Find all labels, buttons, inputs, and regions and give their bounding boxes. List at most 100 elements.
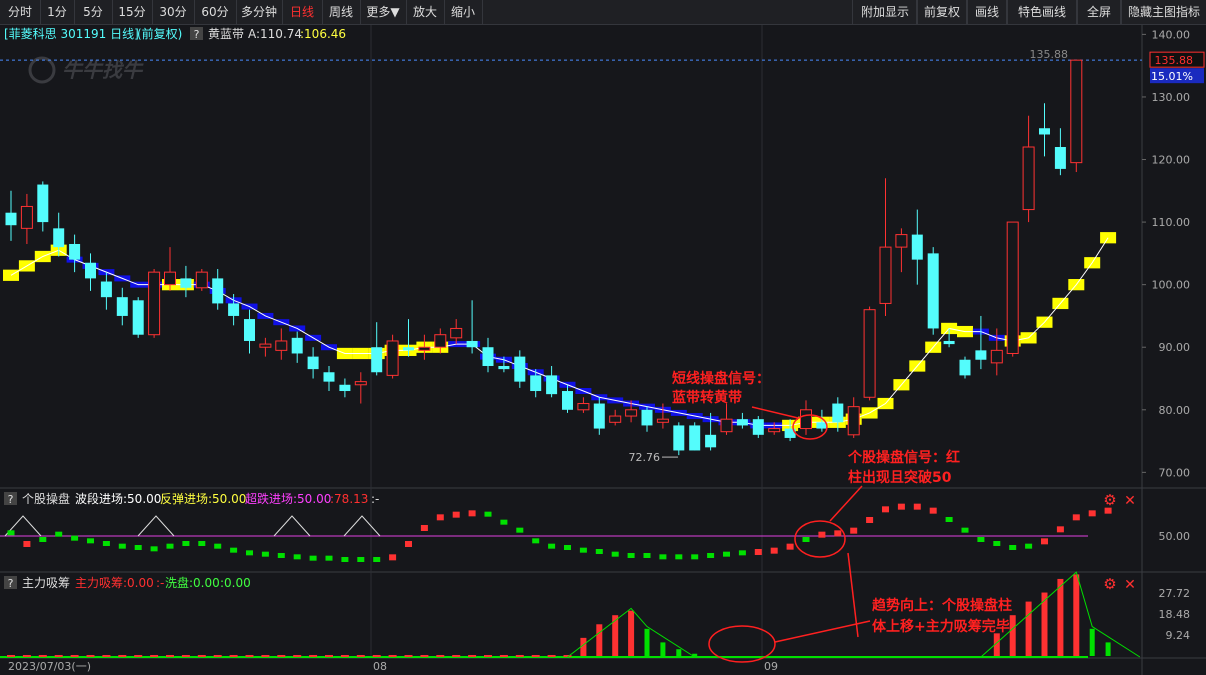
op-bar-56 (897, 503, 905, 510)
toolbar-btn-5[interactable]: 60分 (194, 0, 237, 24)
period-toolbar: 分时 1分 5分 15分 30分 60分 多分钟 日线 周线 更多▼ 放大 缩小 隐藏主图指标 全屏 特色画… (0, 0, 1206, 25)
main-bar-39 (628, 610, 635, 656)
candle-body-59 (943, 340, 955, 345)
price-tick-1: 130.00 (1152, 91, 1191, 104)
toolbar-btn-11[interactable]: 缩小 (444, 0, 483, 24)
pane3-s4: :0.00 (220, 576, 251, 590)
op-bar-58 (929, 507, 937, 514)
pane3-dash-3 (54, 655, 63, 657)
indicator-name: 黄蓝带 (208, 27, 244, 41)
toolbar-btn-2[interactable]: 5分 (74, 0, 113, 24)
op-bar-1 (23, 541, 31, 547)
pane3-dash-16 (261, 655, 270, 657)
op-bar-23 (373, 557, 381, 562)
candle-body-22 (354, 381, 367, 386)
toolbar-right-btn-0[interactable]: 附加显示 (852, 0, 918, 24)
candle-body-60 (959, 359, 971, 376)
pane3-dash-24 (388, 655, 397, 657)
op-bar-48 (770, 547, 778, 554)
pane3-dash-31 (499, 655, 508, 657)
date-month-2: 09 (764, 660, 778, 673)
candle-body-25 (403, 347, 414, 351)
candle-body-58 (927, 253, 939, 329)
op-bar-5 (87, 538, 94, 544)
candle-body-41 (656, 418, 669, 423)
op-bar-18 (293, 554, 301, 560)
pane2-help-icon: ? (8, 493, 14, 506)
pct-tag-value: 15.01% (1151, 70, 1193, 83)
op-bar-43 (691, 554, 699, 560)
candle-body-48 (768, 428, 781, 433)
op-bar-34 (548, 543, 556, 549)
toolbar-right-btn-4[interactable]: 全屏 (1076, 0, 1122, 24)
op-bar-63 (1009, 545, 1017, 550)
pane3-dash-25 (404, 655, 413, 657)
pane2-gear-icon: ⚙ (1103, 491, 1116, 509)
date-month-1: 08 (373, 660, 387, 673)
toolbar-btn-0[interactable]: 分时 (0, 0, 41, 24)
candle-body-37 (593, 403, 605, 429)
op-bar-69 (1104, 507, 1112, 514)
op-bar-32 (516, 527, 524, 533)
toolbar-btn-3[interactable]: 15分 (112, 0, 153, 24)
op-bar-68 (1088, 510, 1096, 517)
wash-bar-40 (644, 628, 650, 656)
op-bar-27 (436, 514, 444, 521)
wash-bar-42 (676, 649, 682, 656)
pane2-s5: :- (371, 492, 379, 506)
pane3-dash-23 (372, 655, 381, 657)
candle-body-17 (275, 340, 288, 351)
op-bar-11 (182, 541, 190, 546)
indicator-b: :106.46 (300, 27, 346, 41)
pane3-dash-22 (356, 655, 365, 657)
pane3-dash-5 (86, 655, 95, 657)
candle-body-28 (450, 327, 463, 339)
toolbar-right-btn-2[interactable]: 画线 (966, 0, 1008, 24)
op-bar-3 (55, 531, 63, 537)
candle-body-26 (418, 346, 431, 351)
candle-body-9 (148, 271, 161, 336)
toolbar-right-btn-1[interactable]: 前复权 (916, 0, 968, 24)
toolbar-btn-7[interactable]: 日线 (282, 0, 323, 24)
pane3-dash-6 (102, 655, 111, 657)
toolbar-btn-9[interactable]: 更多▼ (360, 0, 407, 24)
wash-bar-41 (660, 642, 666, 656)
candle-body-18 (291, 337, 303, 354)
op-bar-60 (961, 527, 969, 533)
candle-body-1 (20, 205, 33, 229)
candle-body-57 (911, 234, 923, 260)
op-bar-44 (707, 553, 715, 558)
toolbar-btn-8[interactable]: 周线 (322, 0, 361, 24)
pane3-dash-17 (277, 655, 286, 657)
candle-body-13 (212, 278, 224, 304)
op-bar-37 (595, 549, 603, 554)
pane3-dash-26 (420, 655, 429, 657)
toolbar-right-btn-3[interactable]: 特色画线 (1006, 0, 1078, 24)
pane2-close-icon: ✕ (1124, 493, 1136, 509)
pane3-dash-12 (197, 655, 206, 657)
toolbar-btn-4[interactable]: 30分 (152, 0, 195, 24)
toolbar-right-btn-5[interactable]: 隐藏主图指标 (1120, 0, 1206, 24)
pane3-dash-2 (38, 655, 47, 657)
op-bar-62 (993, 541, 1001, 546)
candle-body-3 (53, 228, 65, 248)
candle-body-40 (641, 409, 653, 426)
pane3-s3: 洗盘:0.00 (165, 575, 220, 590)
toolbar-btn-1[interactable]: 1分 (40, 0, 75, 24)
op-bar-66 (1056, 526, 1064, 533)
candle-body-63 (1006, 221, 1019, 354)
main-bar-66 (1057, 578, 1064, 656)
pane3-name: 主力吸筹 (22, 576, 70, 590)
toolbar-btn-6[interactable]: 多分钟 (236, 0, 283, 24)
candle-body-14 (228, 303, 240, 316)
candle-body-64 (1022, 146, 1035, 211)
op-bar-47 (754, 549, 762, 555)
op-bar-8 (134, 545, 142, 550)
main-bar-38 (612, 615, 619, 656)
kline-chart: [菲菱科思 301191 日线](前复权)? 黄蓝带 A:110.74:106.46… (0, 25, 1206, 675)
op-bar-61 (977, 537, 985, 542)
pane3-dash-20 (325, 655, 333, 657)
toolbar-btn-10[interactable]: 放大 (406, 0, 445, 24)
candle-body-50 (800, 409, 812, 430)
op-bar-35 (564, 545, 571, 550)
